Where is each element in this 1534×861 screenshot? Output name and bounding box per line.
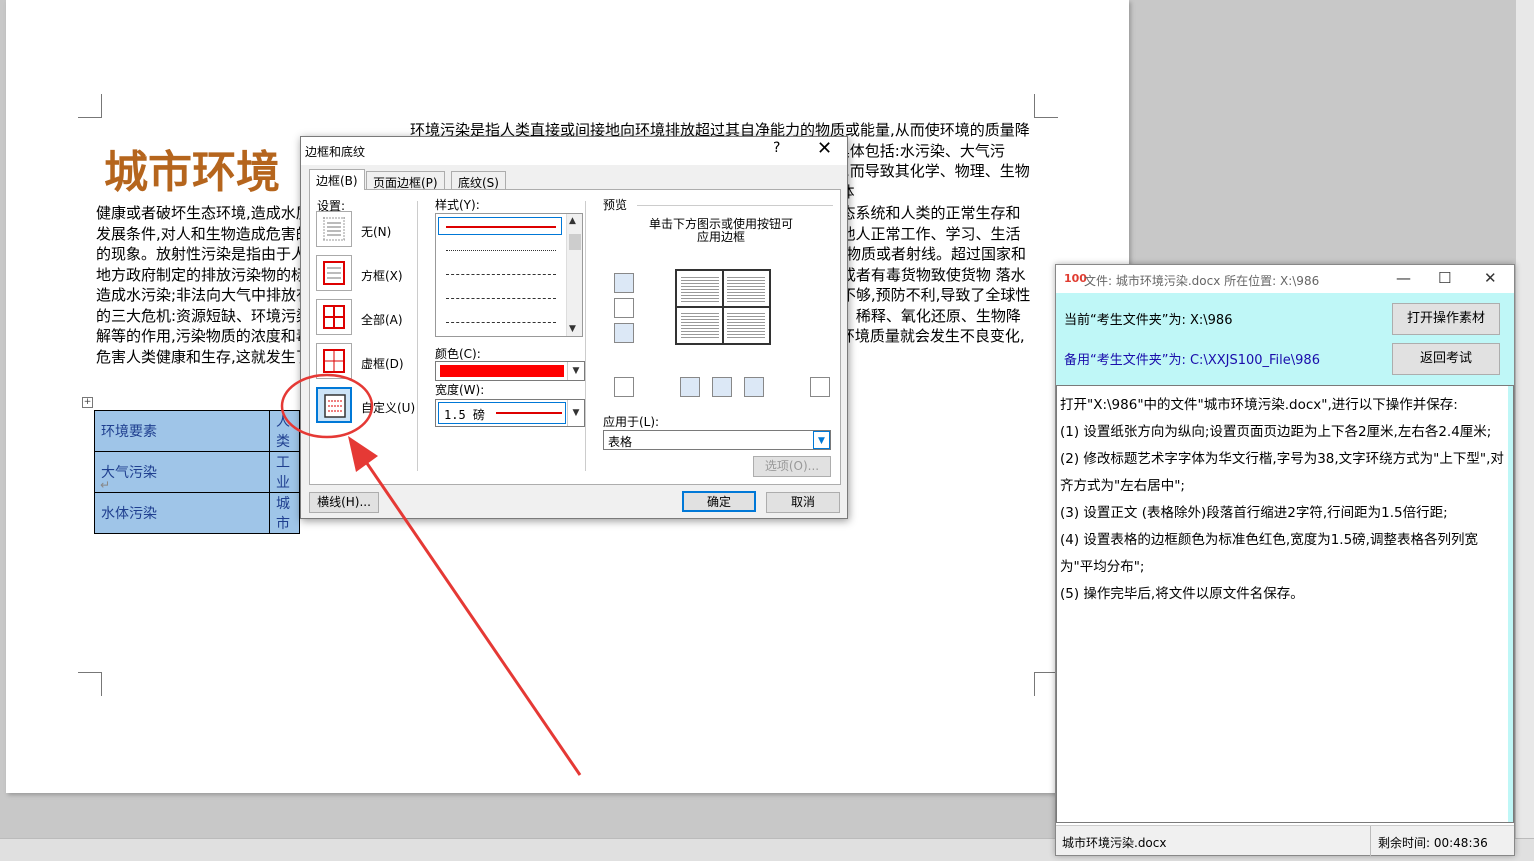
status-filename: 城市环境污染.docx	[1062, 836, 1167, 850]
close-icon[interactable]: ✕	[1484, 269, 1497, 287]
side-title: 文件: 城市环境污染.docx 所在位置: X:\986	[1084, 274, 1320, 288]
side-titlebar[interactable]: 100 文件: 城市环境污染.docx 所在位置: X:\986 — ☐ ✕	[1056, 265, 1514, 293]
tab-borders[interactable]: 边框(B)	[309, 169, 365, 190]
instruction-line: (3) 设置正文 (表格除外)段落首行缩进2字符,行间距为1.5倍行距;	[1060, 505, 1448, 521]
annotation-arrow-head	[348, 436, 378, 472]
minimize-icon[interactable]: —	[1396, 269, 1411, 287]
remaining-time: 剩余时间: 00:48:36	[1378, 836, 1488, 850]
instruction-line: 打开"X:\986"中的文件"城市环境污染.docx",进行以下操作并保存:	[1060, 397, 1458, 413]
side-status-bar: 城市环境污染.docx 剩余时间: 00:48:36	[1056, 825, 1514, 856]
annotation-arrow-shaft	[360, 455, 582, 776]
open-material-button[interactable]: 打开操作素材	[1392, 303, 1500, 335]
instruction-line: (1) 设置纸张方向为纵向;设置页面页边距为上下各2厘米,左右各2.4厘米;	[1060, 424, 1492, 440]
instruction-line: (5) 操作完毕后,将文件以原文件名保存。	[1060, 586, 1304, 602]
annotation-circle	[280, 373, 374, 439]
maximize-icon[interactable]: ☐	[1438, 269, 1451, 287]
instruction-line: (4) 设置表格的边框颜色为标准色红色,宽度为1.5磅,调整表格各列列宽为"平均…	[1060, 532, 1478, 575]
instructions-scrollbar[interactable]	[1508, 386, 1513, 822]
backup-folder-text: 备用“考生文件夹”为: C:\XXJS100_File\986	[1064, 353, 1320, 368]
current-folder-text: 当前“考生文件夹”为: X:\986	[1064, 313, 1233, 328]
return-exam-button[interactable]: 返回考试	[1392, 343, 1500, 375]
status-divider	[1370, 826, 1371, 856]
instructions-area[interactable]: 打开"X:\986"中的文件"城市环境污染.docx",进行以下操作并保存: (…	[1056, 385, 1514, 823]
instruction-line: (2) 修改标题艺术字字体为华文行楷,字号为38,文字环绕方式为"上下型",对齐…	[1060, 451, 1504, 494]
side-header: 当前“考生文件夹”为: X:\986 备用“考生文件夹”为: C:\XXJS10…	[1056, 293, 1514, 385]
exam-side-panel: 100 文件: 城市环境污染.docx 所在位置: X:\986 — ☐ ✕ 当…	[1055, 264, 1515, 856]
